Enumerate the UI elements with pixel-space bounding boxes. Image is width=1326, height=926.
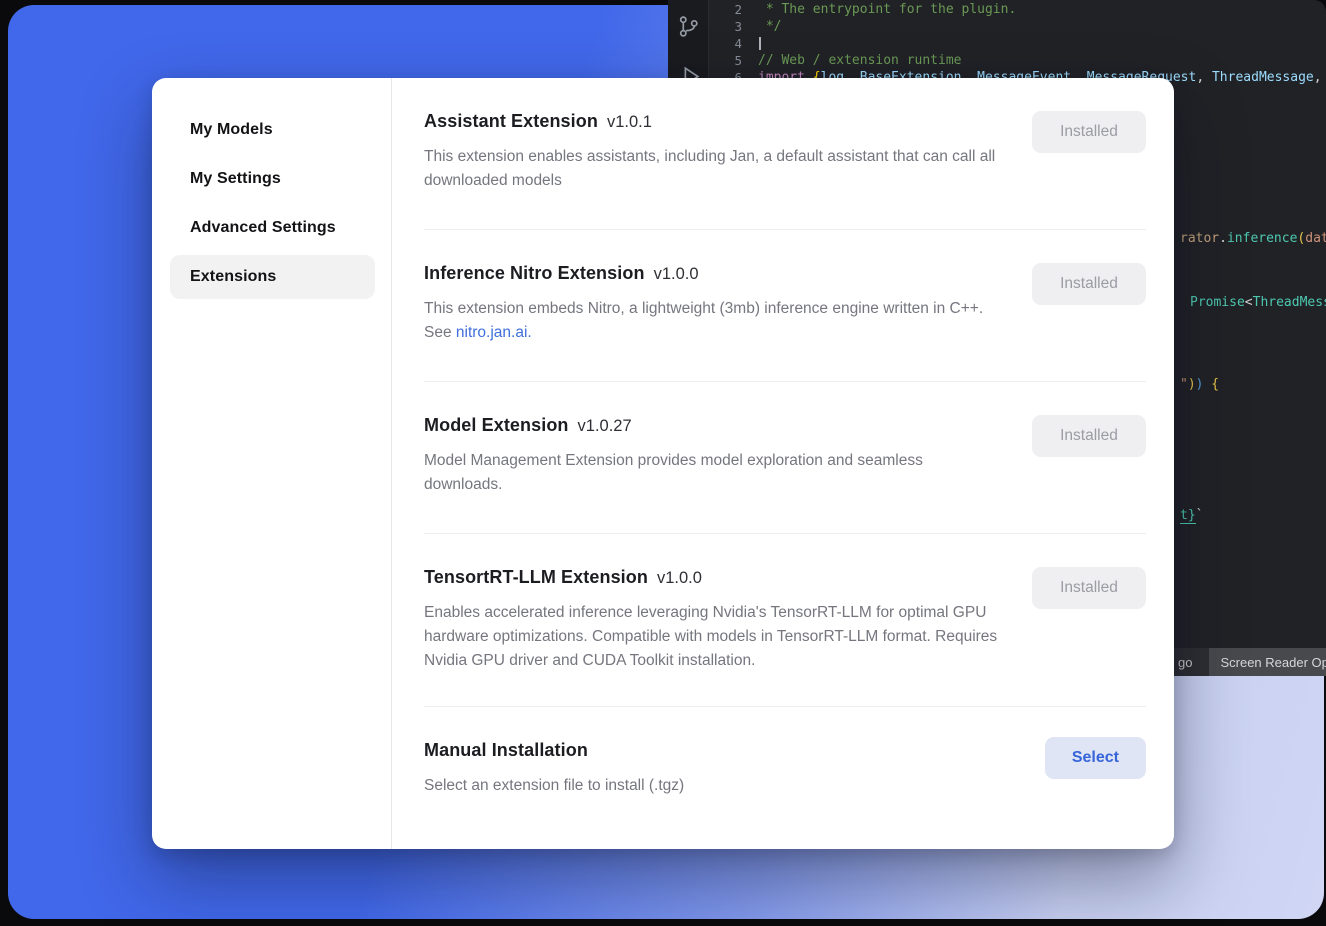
- extension-version: v1.0.0: [657, 569, 702, 587]
- code-token: * The entrypoint for the plugin.: [758, 2, 1016, 17]
- extension-version: v1.0.27: [578, 417, 632, 435]
- extension-version: v1.0.0: [654, 265, 699, 283]
- code-line-4: 4: [708, 35, 1326, 52]
- extension-title: Model Extension v1.0.27: [424, 415, 1002, 436]
- extension-row-model-extension: Model Extension v1.0.27 Model Management E…: [424, 381, 1146, 533]
- code-line-3: 3 */: [708, 18, 1326, 35]
- description-text: Select an extension file to install (.tg…: [424, 777, 684, 794]
- extensions-list: Assistant Extension v1.0.1 This extension …: [392, 78, 1174, 849]
- extension-description: Select an extension file to install (.tg…: [424, 774, 684, 798]
- source-control-icon[interactable]: [676, 14, 701, 44]
- code-token: data: [1305, 231, 1326, 246]
- extension-title: Manual Installation: [424, 740, 684, 761]
- extension-description: This extension embeds Nitro, a lightweig…: [424, 297, 1002, 345]
- code-fragment: Promise<ThreadMessage>: [1190, 295, 1326, 310]
- extension-title: Inference Nitro Extension v1.0.0: [424, 263, 1002, 284]
- extension-title: TensortRT-LLM Extension v1.0.0: [424, 567, 1002, 588]
- select-button[interactable]: Select: [1045, 737, 1146, 779]
- extension-version: v1.0.1: [607, 113, 652, 131]
- extension-name: Inference Nitro Extension: [424, 263, 645, 283]
- extension-row-tensortrt-llm-extension: TensortRT-LLM Extension v1.0.0 Enables acc…: [424, 533, 1146, 706]
- code-token: // Web / extension runtime: [758, 53, 962, 68]
- code-token: <: [1245, 295, 1253, 310]
- extension-row-inference-nitro-extension: Inference Nitro Extension v1.0.0 This exte…: [424, 229, 1146, 381]
- installed-button[interactable]: Installed: [1032, 415, 1146, 457]
- sidebar-item-my-models[interactable]: My Models: [170, 108, 375, 152]
- installed-button[interactable]: Installed: [1032, 567, 1146, 609]
- description-text: Enables accelerated inference leveraging…: [424, 604, 997, 669]
- line-number: 4: [708, 36, 742, 51]
- extension-description: This extension enables assistants, inclu…: [424, 145, 1002, 193]
- screen-reader-status[interactable]: Screen Reader Optimized: [1209, 648, 1326, 676]
- code-token: ,: [1314, 70, 1326, 85]
- nitro-jan-ai-link[interactable]: nitro.jan.ai.: [456, 324, 532, 341]
- installed-button[interactable]: Installed: [1032, 111, 1146, 153]
- line-number: 2: [708, 2, 742, 17]
- line-number: 5: [708, 53, 742, 68]
- settings-sidebar: My Models My Settings Advanced Settings Ext…: [152, 78, 392, 849]
- extension-name: Assistant Extension: [424, 111, 598, 131]
- extension-name: Model Extension: [424, 415, 569, 435]
- code-token: ThreadMessage: [1212, 70, 1314, 85]
- code-line-5: 5 // Web / extension runtime: [708, 52, 1326, 69]
- line-number: 3: [708, 19, 742, 34]
- extension-description: Enables accelerated inference leveraging…: [424, 601, 1002, 673]
- installed-button[interactable]: Installed: [1032, 263, 1146, 305]
- description-text: Model Management Extension provides mode…: [424, 452, 923, 493]
- code-token: ,: [1196, 70, 1212, 85]
- code-token: ): [1188, 377, 1196, 392]
- screenshot-canvas: 2 * The entrypoint for the plugin.3 */45…: [0, 0, 1326, 926]
- description-text: This extension enables assistants, inclu…: [424, 148, 995, 189]
- code-token: Promise: [1190, 295, 1245, 310]
- code-token: {: [1203, 377, 1219, 392]
- code-token: */: [758, 19, 781, 34]
- code-token: ThreadMessage: [1253, 295, 1326, 310]
- extension-description: Model Management Extension provides mode…: [424, 449, 1002, 497]
- code-token: rator: [1180, 231, 1219, 246]
- sidebar-item-advanced-settings[interactable]: Advanced Settings: [170, 206, 375, 250]
- status-left-text: go: [1178, 655, 1192, 670]
- extension-row-assistant-extension: Assistant Extension v1.0.1 This extension …: [424, 78, 1146, 229]
- code-fragment: t}`: [1180, 508, 1203, 523]
- text-cursor: [759, 37, 761, 50]
- extension-name: TensortRT-LLM Extension: [424, 567, 648, 587]
- code-token: `: [1196, 508, 1204, 523]
- code-token: inference: [1227, 231, 1297, 246]
- extension-title: Assistant Extension v1.0.1: [424, 111, 1002, 132]
- settings-card: My Models My Settings Advanced Settings Ext…: [152, 78, 1174, 849]
- extension-name: Manual Installation: [424, 740, 588, 760]
- sidebar-item-extensions[interactable]: Extensions: [170, 255, 375, 299]
- code-fragment: ")) {: [1180, 377, 1219, 392]
- code-token: .: [1219, 231, 1227, 246]
- extension-row-manual-installation: Manual Installation Select an extension f…: [424, 706, 1146, 831]
- code-line-2: 2 * The entrypoint for the plugin.: [708, 1, 1326, 18]
- code-token: ": [1180, 377, 1188, 392]
- code-fragment: rator.inference(data));: [1180, 231, 1326, 246]
- code-token: t}: [1180, 508, 1196, 524]
- sidebar-item-my-settings[interactable]: My Settings: [170, 157, 375, 201]
